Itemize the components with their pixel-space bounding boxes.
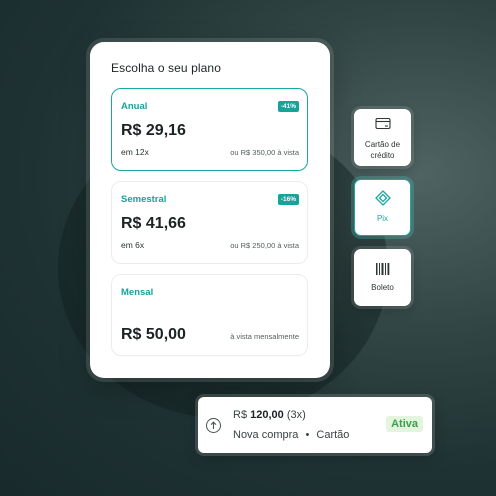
plan-installment: em 12x	[121, 147, 149, 157]
payment-method-credit-card[interactable]: Cartão de crédito	[354, 109, 411, 166]
plan-note: à vista mensalmente	[230, 332, 299, 341]
plan-card-semestral[interactable]: Semestral -16% R$ 41,66 em 6x ou R$ 250,…	[111, 181, 308, 264]
plan-price: R$ 41,66	[121, 215, 186, 232]
payment-method: Cartão	[316, 429, 350, 441]
payment-method-label: Pix	[376, 214, 389, 223]
discount-badge: -41%	[277, 101, 299, 112]
payment-method-label: Cartão de crédito	[364, 140, 401, 160]
plan-price: R$ 29,16	[121, 122, 186, 139]
subscription-details: Nova compra • Cartão	[233, 429, 349, 441]
plan-note: ou R$ 350,00 à vista	[230, 148, 299, 157]
plan-selection-panel: Escolha o seu plano Anual -41% R$ 29,16 …	[90, 42, 330, 378]
plan-installment: em 6x	[121, 240, 145, 250]
credit-card-icon	[374, 117, 391, 136]
payment-method-boleto[interactable]: Boleto	[354, 249, 411, 306]
plan-name: Anual	[121, 101, 148, 112]
installments: (3x)	[286, 409, 306, 421]
separator: •	[305, 429, 310, 441]
arrow-up-circle-icon	[206, 418, 221, 433]
barcode-icon	[375, 262, 391, 280]
payment-method-pix[interactable]: Pix	[354, 179, 411, 236]
pix-icon	[374, 190, 391, 211]
plan-name: Mensal	[121, 287, 154, 298]
currency: R$	[233, 409, 248, 421]
purchase-description: Nova compra	[233, 429, 299, 441]
plan-name: Semestral	[121, 194, 167, 205]
plan-card-monthly[interactable]: Mensal R$ 50,00 à vista mensalmente	[111, 274, 308, 356]
plan-note: ou R$ 250,00 à vista	[230, 241, 299, 250]
subscription-summary-card[interactable]: R$ 120,00 (3x) Nova compra • Cartão Ativ…	[198, 397, 432, 453]
panel-title: Escolha o seu plano	[111, 61, 221, 75]
plan-price: R$ 50,00	[121, 326, 186, 343]
payment-method-label: Boleto	[371, 283, 394, 292]
discount-badge: -16%	[277, 194, 299, 205]
plan-card-annual[interactable]: Anual -41% R$ 29,16 em 12x ou R$ 350,00 …	[111, 88, 308, 171]
subscription-amount: R$ 120,00 (3x)	[233, 409, 306, 421]
amount: 120,00	[250, 409, 284, 421]
status-badge: Ativa	[386, 416, 423, 432]
